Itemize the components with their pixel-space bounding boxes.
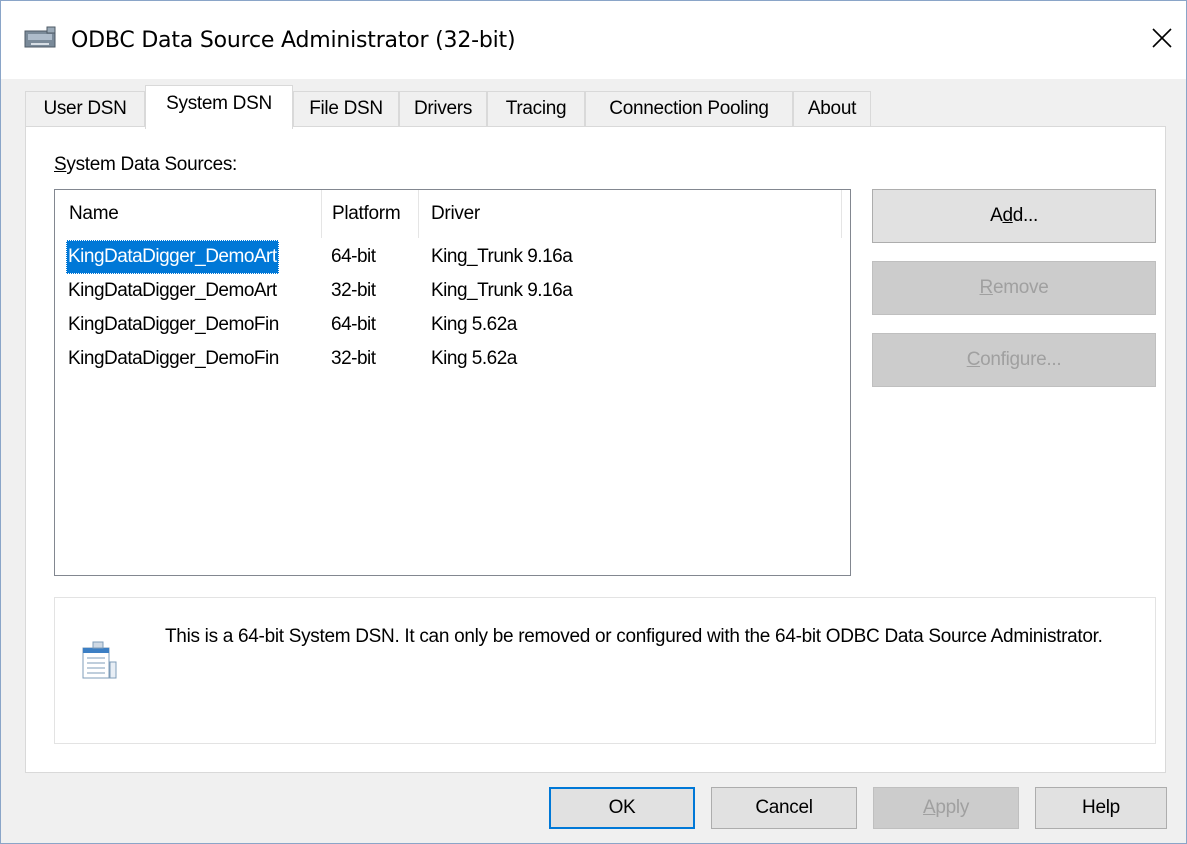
data-source-icon — [79, 640, 123, 690]
row-name: KingDataDigger_DemoArt — [66, 240, 279, 274]
info-message: This is a 64-bit System DSN. It can only… — [165, 626, 1103, 647]
help-button[interactable]: Help — [1035, 787, 1167, 829]
title-bar: ODBC Data Source Administrator (32-bit) — [1, 1, 1186, 79]
row-name: KingDataDigger_DemoFin — [68, 348, 279, 369]
column-header-name[interactable]: Name — [55, 190, 321, 238]
tab-system-dsn[interactable]: System DSN — [145, 85, 293, 129]
table-row[interactable]: KingDataDigger_DemoFin 32-bit King 5.62a — [55, 342, 850, 376]
info-box: This is a 64-bit System DSN. It can only… — [54, 597, 1156, 744]
cancel-button[interactable]: Cancel — [711, 787, 857, 829]
row-driver: King_Trunk 9.16a — [431, 246, 573, 267]
row-platform: 32-bit — [331, 348, 376, 369]
ok-button[interactable]: OK — [549, 787, 695, 829]
column-header-driver[interactable]: Driver — [419, 190, 839, 238]
close-icon — [1151, 27, 1173, 54]
window-title: ODBC Data Source Administrator (32-bit) — [71, 28, 516, 53]
row-platform: 32-bit — [331, 280, 376, 301]
data-sources-list[interactable]: Name Platform Driver KingDataDigger_Demo… — [54, 189, 851, 576]
tab-drivers[interactable]: Drivers — [399, 91, 487, 127]
table-row[interactable]: KingDataDigger_DemoArt 32-bit King_Trunk… — [55, 274, 850, 308]
tab-about[interactable]: About — [793, 91, 871, 127]
remove-button[interactable]: Remove — [872, 261, 1156, 315]
tab-tracing[interactable]: Tracing — [487, 91, 585, 127]
row-driver: King 5.62a — [431, 314, 517, 335]
configure-button[interactable]: Configure... — [872, 333, 1156, 387]
system-dsn-panel: System Data Sources: Name Platform Drive… — [25, 126, 1166, 773]
column-divider[interactable] — [841, 190, 842, 238]
odbc-admin-window: ODBC Data Source Administrator (32-bit) … — [0, 0, 1187, 844]
table-row[interactable]: KingDataDigger_DemoArt 64-bit King_Trunk… — [55, 240, 850, 274]
tab-user-dsn[interactable]: User DSN — [25, 91, 145, 127]
system-data-sources-label: System Data Sources: — [54, 154, 238, 175]
odbc-app-icon — [23, 25, 59, 53]
tab-connection-pooling[interactable]: Connection Pooling — [585, 91, 793, 127]
close-button[interactable] — [1139, 13, 1185, 67]
column-header-platform[interactable]: Platform — [322, 190, 418, 238]
list-header: Name Platform Driver — [55, 190, 850, 238]
tab-file-dsn[interactable]: File DSN — [293, 91, 399, 127]
row-name: KingDataDigger_DemoArt — [68, 280, 277, 301]
row-name: KingDataDigger_DemoFin — [68, 314, 279, 335]
row-driver: King_Trunk 9.16a — [431, 280, 573, 301]
row-driver: King 5.62a — [431, 348, 517, 369]
row-platform: 64-bit — [331, 314, 376, 335]
table-row[interactable]: KingDataDigger_DemoFin 64-bit King 5.62a — [55, 308, 850, 342]
add-button[interactable]: Add... — [872, 189, 1156, 243]
row-platform: 64-bit — [331, 246, 376, 267]
apply-button[interactable]: Apply — [873, 787, 1019, 829]
